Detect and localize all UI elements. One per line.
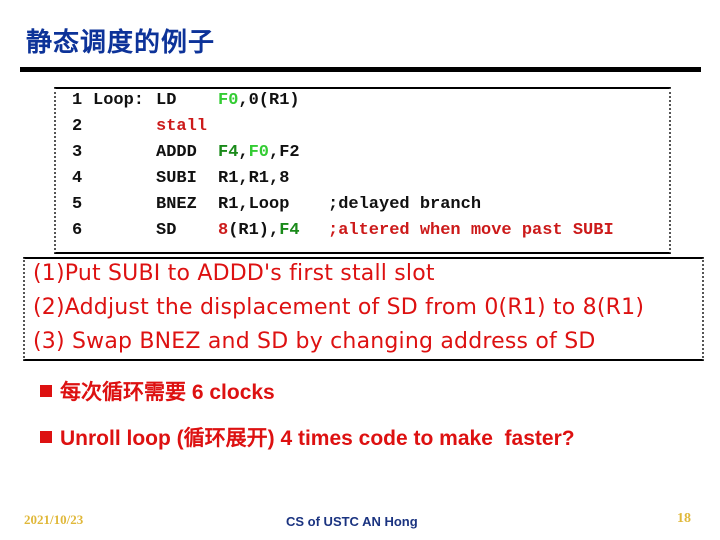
line-number: 6	[72, 221, 83, 240]
operand-part: ,0(R1)	[238, 91, 300, 110]
operand-part: ,F2	[269, 143, 300, 162]
opcode: stall	[156, 117, 208, 136]
operands: F0,0(R1)	[218, 88, 300, 114]
opcode: LD	[156, 91, 177, 110]
operands: 8(R1),F4	[218, 218, 300, 244]
operand-part: F0	[248, 143, 270, 162]
operand-part: R1,Loop	[218, 195, 290, 214]
code-comment: ;delayed branch	[328, 195, 482, 214]
operands: R1,R1,8	[218, 166, 289, 192]
line-number: 2	[72, 117, 83, 136]
footer-date: 2021/10/23	[24, 512, 84, 527]
bullet-text: 每次循环需要 6 clocks	[60, 381, 275, 404]
code-comment: ;altered when move past SUBI	[328, 221, 614, 240]
opcode: SUBI	[156, 169, 197, 188]
bullet-item: 每次循环需要 6 clocks	[40, 376, 275, 406]
notes-box: (1)Put SUBI to ADDD's first stall slot (…	[23, 257, 704, 361]
line-number: 3	[72, 143, 83, 162]
operands: F4,F0,F2	[218, 140, 300, 166]
square-bullet-icon	[40, 431, 52, 443]
operand-part: F4	[218, 143, 239, 162]
bullet-item: Unroll loop (循环展开) 4 times code to make …	[40, 422, 575, 452]
bullet-text: Unroll loop (循环展开) 4 times code to make …	[60, 427, 575, 450]
footer-author: CS of USTC AN Hong	[286, 514, 418, 529]
operand-part: (R1),	[228, 221, 280, 240]
page-number: 18	[677, 511, 691, 526]
square-bullet-icon	[40, 385, 52, 397]
operand-part: F0	[218, 91, 239, 110]
operand-part: F4	[279, 221, 300, 240]
opcode: SD	[156, 221, 177, 240]
title-divider	[20, 67, 701, 72]
note-line: (2)Addjust the displacement of SD from 0…	[33, 295, 645, 320]
operands: R1,Loop	[218, 192, 289, 218]
operand-part: 8	[218, 221, 229, 240]
note-line: (3) Swap BNEZ and SD by changing address…	[33, 329, 596, 354]
opcode: BNEZ	[156, 195, 197, 214]
slide-title: 静态调度的例子	[26, 28, 216, 58]
note-line: (1)Put SUBI to ADDD's first stall slot	[33, 261, 435, 286]
operand-part: R1,R1,8	[218, 169, 290, 188]
operand-part: ,	[238, 143, 249, 162]
code-label: Loop:	[93, 91, 145, 110]
line-number: 1	[72, 91, 83, 110]
line-number: 5	[72, 195, 83, 214]
opcode: ADDD	[156, 143, 197, 162]
line-number: 4	[72, 169, 83, 188]
